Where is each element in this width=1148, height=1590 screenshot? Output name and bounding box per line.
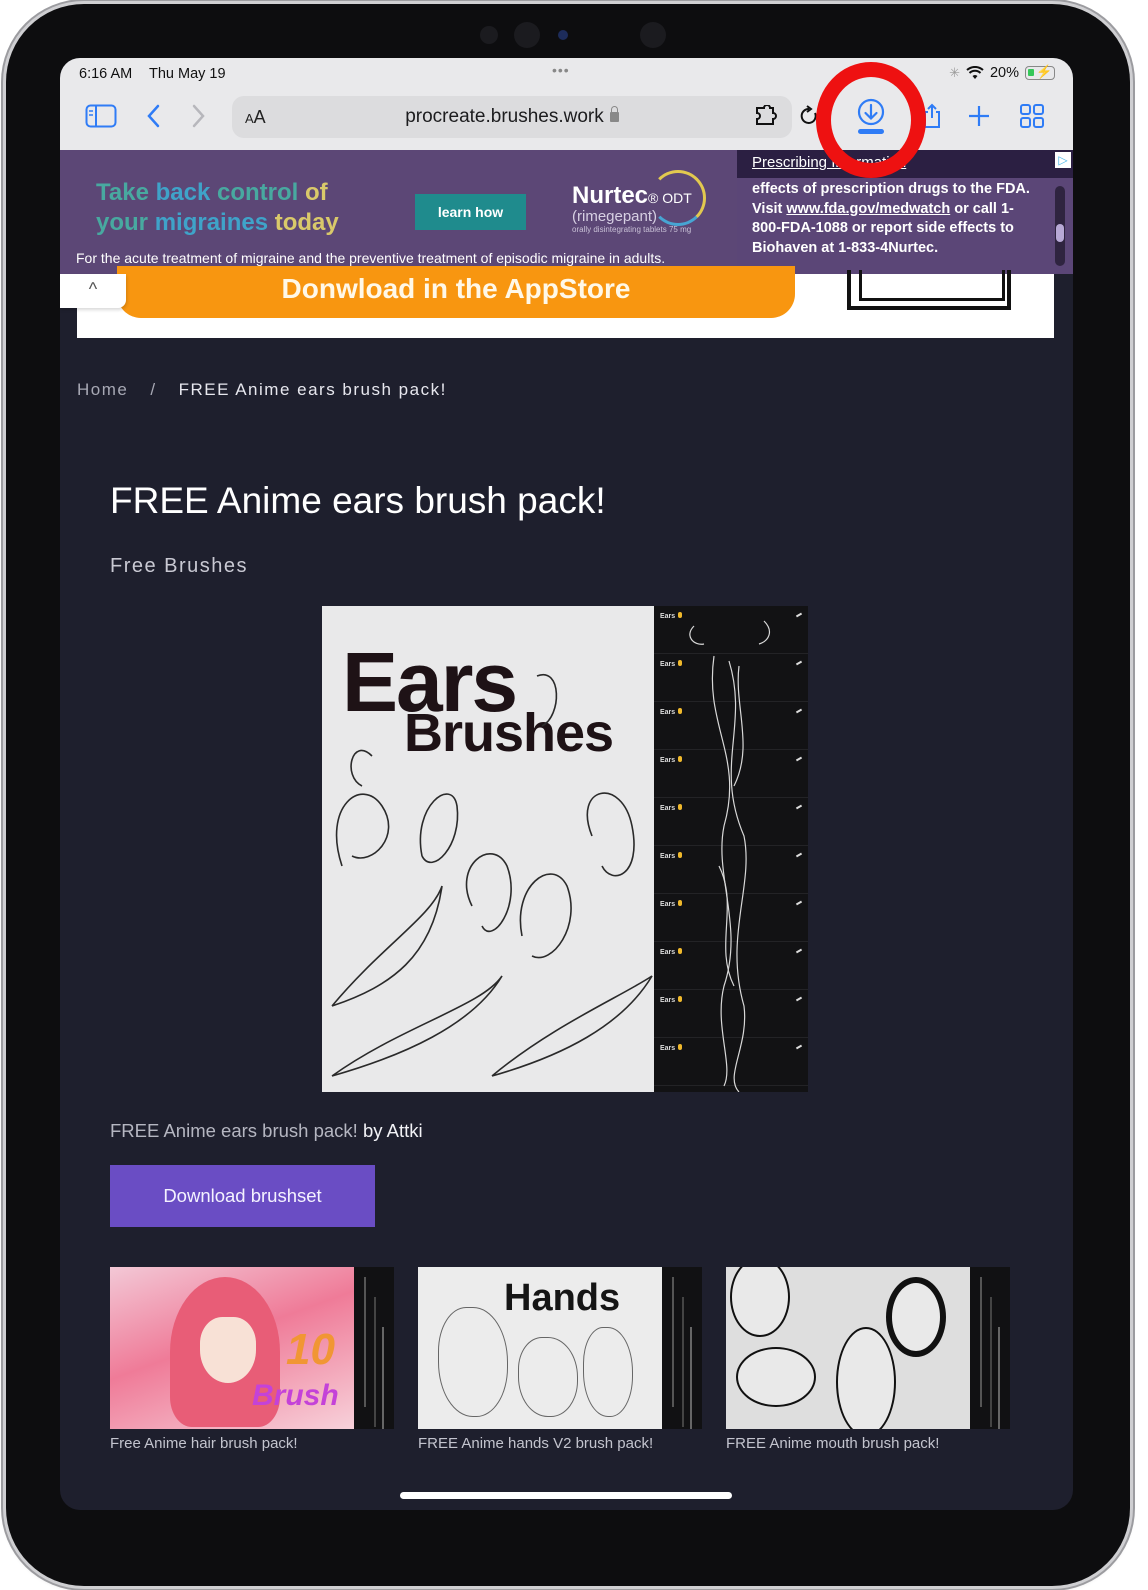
ad-brand-logo: Nurtec® ODT (rimegepant) orally disinteg… (572, 182, 692, 234)
collapse-ad-button[interactable]: ^ (60, 274, 126, 308)
status-time: 6:16 AM (79, 66, 133, 82)
home-indicator[interactable] (400, 1492, 732, 1499)
ear-sketches (331, 673, 653, 1077)
plus-icon[interactable] (966, 102, 992, 130)
related-item[interactable]: FREE Anime mouth brush pack! (726, 1267, 1010, 1452)
address-bar[interactable]: AA procreate.brushes.work (232, 96, 792, 138)
screen: 6:16 AM Thu May 19 ••• ✳ 20% ⚡ AA procre… (60, 58, 1073, 1510)
chevron-left-icon[interactable] (142, 102, 164, 130)
ad-safety-text: effects of prescription drugs to the FDA… (752, 181, 1030, 256)
ad-headline: Take back control of your migraines toda… (96, 179, 339, 236)
ad-learn-how-button[interactable]: learn how (415, 194, 526, 230)
sensor-icon (480, 26, 498, 44)
battery-icon: ⚡ (1025, 64, 1055, 80)
url-field[interactable]: procreate.brushes.work (232, 106, 792, 128)
app-store-banner[interactable]: Donwload in the AppStore (77, 266, 1054, 338)
battery-percent: 20% (989, 65, 1019, 81)
brush-strokes (689, 620, 771, 1092)
lock-icon (609, 106, 619, 122)
sidebar-icon[interactable] (84, 102, 118, 130)
sensor-icon (640, 22, 666, 48)
adchoices-icon[interactable]: ▷ (1055, 152, 1071, 168)
brush-preview-image: Ears Brushes Ears Ears Ears Ears Ears Ea… (322, 606, 808, 1092)
advertisement-banner[interactable]: Take back control of your migraines toda… (60, 150, 1073, 274)
related-thumbnail[interactable]: Hands (418, 1267, 702, 1429)
status-indicators: ✳ 20% ⚡ (949, 64, 1055, 81)
related-thumbnail[interactable]: 10 Brush (110, 1267, 394, 1429)
cover-art: Ears Brushes (322, 606, 654, 1092)
activity-spinner-icon: ✳ (949, 65, 960, 80)
breadcrumb-current: FREE Anime ears brush pack! (178, 380, 447, 399)
sensor-icon (514, 22, 540, 48)
puzzle-icon[interactable] (754, 102, 782, 130)
highlight-circle-annotation (816, 62, 926, 178)
category-link[interactable]: Free Brushes (110, 555, 248, 578)
ad-safety-info[interactable]: Prescribing Information effects of presc… (737, 150, 1073, 274)
download-brushset-button[interactable]: Download brushset (110, 1165, 375, 1227)
breadcrumb-separator: / (150, 380, 157, 399)
multitasking-dots-icon[interactable]: ••• (552, 62, 570, 78)
camera-icon (558, 30, 568, 40)
tab-grid-icon[interactable] (1018, 102, 1046, 130)
related-thumbnail[interactable] (726, 1267, 1010, 1429)
related-item[interactable]: Hands FREE Anime hands V2 brush pack! (418, 1267, 702, 1452)
page-title: FREE Anime ears brush pack! (110, 480, 606, 521)
status-date: Thu May 19 (149, 66, 226, 82)
ad-scrollbar[interactable] (1055, 186, 1065, 266)
breadcrumb: Home / FREE Anime ears brush pack! (77, 380, 447, 400)
chevron-right-icon[interactable] (188, 102, 210, 130)
author-link[interactable]: by Attki (358, 1120, 423, 1141)
breadcrumb-home-link[interactable]: Home (77, 380, 128, 399)
related-caption[interactable]: FREE Anime hands V2 brush pack! (418, 1435, 702, 1452)
wifi-icon (966, 66, 984, 79)
related-caption[interactable]: FREE Anime mouth brush pack! (726, 1435, 1010, 1452)
banner-illustration (847, 270, 1011, 310)
related-caption[interactable]: Free Anime hair brush pack! (110, 1435, 394, 1452)
app-store-download-button[interactable]: Donwload in the AppStore (117, 266, 795, 318)
ad-disclaimer: For the acute treatment of migraine and … (76, 250, 666, 266)
fda-link[interactable]: www.fda.gov/medwatch (786, 201, 950, 217)
status-bar: 6:16 AM Thu May 19 ••• ✳ 20% ⚡ (60, 58, 1073, 88)
brush-credit: FREE Anime ears brush pack! by Attki (110, 1120, 423, 1141)
brush-library-panel: Ears Ears Ears Ears Ears Ears Ears Ears … (654, 606, 808, 1092)
related-item[interactable]: 10 Brush Free Anime hair brush pack! (110, 1267, 394, 1452)
